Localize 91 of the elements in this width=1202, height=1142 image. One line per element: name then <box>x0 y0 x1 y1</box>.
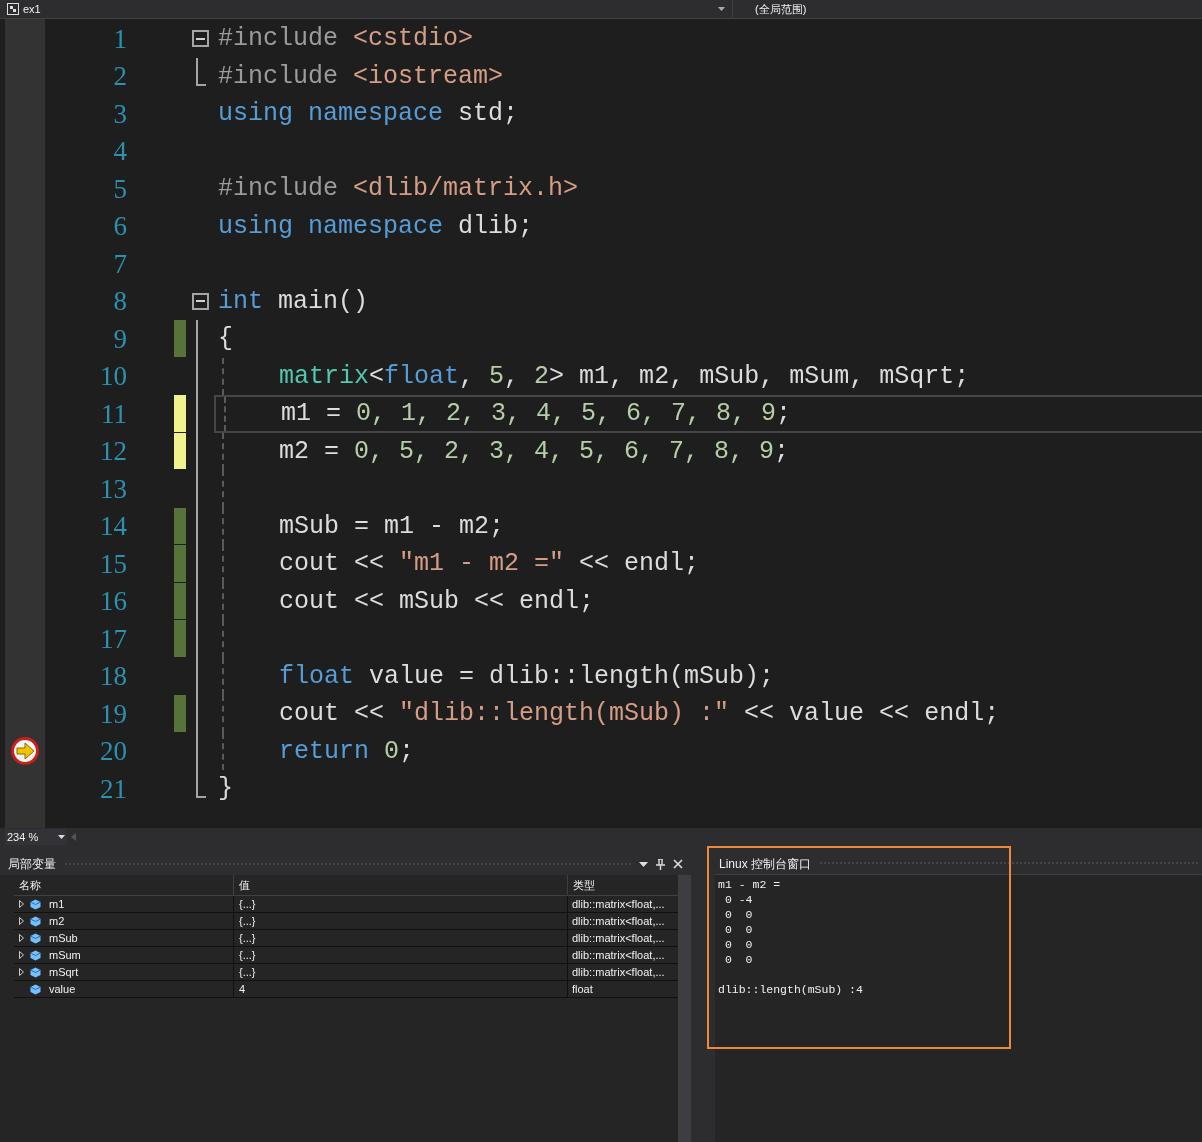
fold-collapse-icon[interactable] <box>191 30 209 48</box>
code-line: mSub = m1 - m2; <box>279 513 505 539</box>
variable-name: mSum <box>49 948 81 963</box>
code-line: #include <cstdio> <box>218 26 474 52</box>
console-line: dlib::length(mSub) :4 <box>718 982 863 997</box>
line-number: 9 <box>113 323 127 354</box>
panel-title: Linux 控制台窗口 <box>719 855 812 873</box>
code-line: int main() <box>218 288 369 314</box>
code-line: #include <iostream> <box>218 63 504 89</box>
variable-row[interactable]: m1 {...} dlib::matrix<float,... <box>14 896 678 913</box>
variable-name: m2 <box>49 914 65 929</box>
code-line: return 0; <box>279 738 415 764</box>
variable-icon <box>30 898 41 910</box>
code-line: { <box>218 326 233 352</box>
line-number: 8 <box>113 286 127 316</box>
variable-row[interactable]: mSub {...} dlib::matrix<float,... <box>14 930 678 947</box>
code-line: float value = dlib::length(mSub); <box>279 663 775 689</box>
variable-icon <box>30 966 41 978</box>
variable-name: m1 <box>49 897 65 912</box>
code-line: using namespace std; <box>218 101 519 127</box>
code-line: m2 = 0, 5, 2, 3, 4, 5, 6, 7, 8, 9; <box>279 438 790 464</box>
variable-icon <box>30 983 41 995</box>
column-header[interactable]: 值 <box>233 875 567 895</box>
line-number: 17 <box>100 623 127 654</box>
code-line: matrix<float, 5, 2> m1, m2, mSub, mSum, mSqrt; <box>279 363 970 389</box>
code-line: cout << mSub << endl; <box>279 588 595 614</box>
line-number: 3 <box>113 98 127 129</box>
variable-value: 4 <box>233 981 567 998</box>
console-line: 0 0 <box>723 952 753 967</box>
caret-icon <box>718 7 725 11</box>
scope-dropdown[interactable]: (全局范围) <box>733 0 1202 18</box>
zoom-dropdown[interactable]: 234 % <box>5 829 67 845</box>
variable-row[interactable]: mSqrt {...} dlib::matrix<float,... <box>14 964 678 981</box>
console-line: 0 0 <box>723 937 753 952</box>
variable-value: {...} <box>233 947 567 964</box>
variable-icon <box>30 915 41 927</box>
variable-value: {...} <box>233 930 567 947</box>
panel-title: 局部变量 <box>8 856 56 873</box>
line-number: 7 <box>113 248 127 279</box>
variable-row[interactable]: value 4 float <box>14 981 678 998</box>
line-number: 5 <box>113 173 127 204</box>
line-number: 19 <box>100 698 127 729</box>
fold-collapse-icon[interactable] <box>191 292 209 310</box>
indent-guide <box>222 357 224 395</box>
caret-icon <box>58 835 65 839</box>
line-number: 4 <box>113 136 127 166</box>
variable-row[interactable]: mSum {...} dlib::matrix<float,... <box>14 947 678 964</box>
code-line: } <box>218 776 233 802</box>
variable-value: {...} <box>233 964 567 981</box>
expand-arrow-icon[interactable] <box>19 934 24 943</box>
line-number: 20 <box>100 736 127 766</box>
project-dropdown[interactable]: ex1 <box>0 0 733 18</box>
code-line: cout << "m1 - m2 =" << endl; <box>279 551 700 577</box>
expand-arrow-icon[interactable] <box>19 900 24 909</box>
variable-icon <box>30 932 41 944</box>
expand-arrow-icon[interactable] <box>19 917 24 926</box>
line-number: 6 <box>113 211 127 241</box>
code-line: m1 = 0, 1, 2, 3, 4, 5, 6, 7, 8, 9; <box>281 401 792 427</box>
code-line: cout << "dlib::length(mSub) :" << value << endl; <box>279 701 1000 727</box>
dropdown-icon[interactable] <box>639 861 648 867</box>
line-number: 13 <box>100 473 127 504</box>
line-number: 14 <box>100 511 127 541</box>
variable-name: mSqrt <box>49 965 79 980</box>
line-number: 12 <box>100 436 127 466</box>
line-number: 1 <box>113 23 127 54</box>
line-number: 18 <box>100 661 127 691</box>
line-number: 2 <box>113 61 127 91</box>
console-line: 0 -4 <box>723 892 753 907</box>
expand-arrow-icon[interactable] <box>19 951 24 960</box>
console-line: 0 0 <box>723 907 753 922</box>
console-line: m1 - m2 = <box>718 877 781 892</box>
variable-name: value <box>49 982 76 997</box>
code-line: using namespace dlib; <box>218 213 534 239</box>
code-line: #include <dlib/matrix.h> <box>218 176 579 202</box>
line-number: 11 <box>101 398 127 429</box>
variable-name: mSub <box>49 931 78 946</box>
line-number: 16 <box>100 586 127 616</box>
expand-arrow-icon[interactable] <box>19 968 24 977</box>
project-icon <box>7 3 19 15</box>
variable-row[interactable]: m2 {...} dlib::matrix<float,... <box>14 913 678 930</box>
pin-icon[interactable] <box>656 858 665 870</box>
variable-icon <box>30 949 41 961</box>
line-number: 10 <box>100 361 127 391</box>
close-icon[interactable] <box>673 859 683 869</box>
variable-value: {...} <box>233 896 567 913</box>
scrollbar[interactable] <box>678 875 691 1142</box>
variable-value: {...} <box>233 913 567 930</box>
console-line: 0 0 <box>723 922 753 937</box>
column-header[interactable]: 名称 <box>14 875 233 895</box>
line-number: 15 <box>100 548 127 579</box>
line-number: 21 <box>100 773 127 804</box>
